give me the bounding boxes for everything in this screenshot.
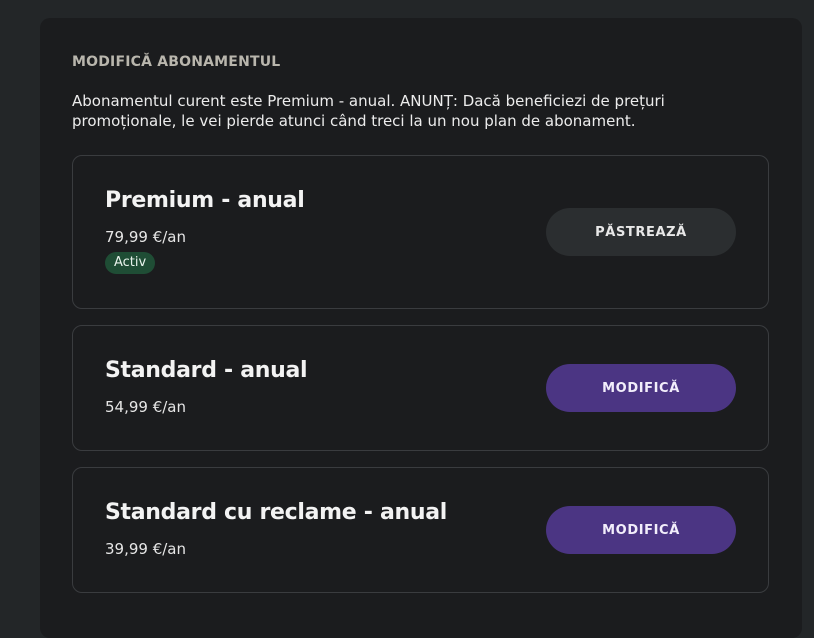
change-plan-panel: MODIFICĂ ABONAMENTUL Abonamentul curent … [40,18,802,638]
change-plan-button-standard-ads[interactable]: MODIFICĂ [546,506,736,554]
plan-card-standard: Standard - anual 54,99 €/an MODIFICĂ [72,325,769,451]
plan-card-premium: Premium - anual 79,99 €/an Activ PĂSTREA… [72,155,769,309]
plan-notice: Abonamentul curent este Premium - anual.… [72,92,665,130]
section-title: MODIFICĂ ABONAMENTUL [72,54,281,70]
plan-name: Standard - anual [105,358,308,383]
keep-plan-button[interactable]: PĂSTREAZĂ [546,208,736,256]
plan-price: 54,99 €/an [105,398,187,416]
change-plan-button-standard[interactable]: MODIFICĂ [546,364,736,412]
active-badge: Activ [105,252,156,274]
plan-price: 79,99 €/an [105,228,187,246]
plan-name: Premium - anual [105,188,305,213]
plan-name: Standard cu reclame - anual [105,500,448,525]
plan-price: 39,99 €/an [105,540,187,558]
plan-card-standard-ads: Standard cu reclame - anual 39,99 €/an M… [72,467,769,593]
